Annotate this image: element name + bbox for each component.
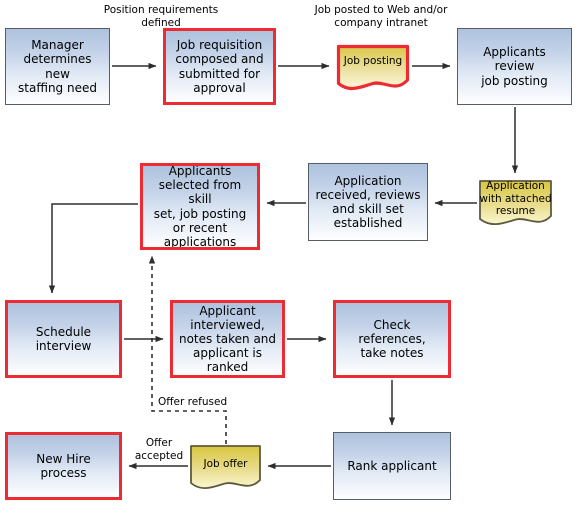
job-posting-document-icon: [336, 44, 410, 91]
node-applicants-selected-label: Applicants selected from skill set, job …: [153, 164, 247, 249]
node-application-received-label: Application received, reviews and skill …: [315, 173, 421, 231]
node-manager-label: Manager determines new staffing need: [18, 38, 97, 95]
node-job-requisition[interactable]: Job requisition composed and submitted f…: [163, 28, 276, 105]
job-offer-document-icon: [190, 445, 261, 490]
node-job-posting[interactable]: Job posting: [336, 44, 410, 91]
node-check-references-label: Check references, take notes: [358, 317, 426, 361]
node-application-received[interactable]: Application received, reviews and skill …: [308, 163, 428, 241]
edge-label-position-requirements: Position requirements defined: [103, 4, 219, 29]
node-job-requisition-label: Job requisition composed and submitted f…: [175, 38, 264, 95]
node-applicants-selected[interactable]: Applicants selected from skill set, job …: [140, 163, 260, 250]
node-schedule-interview[interactable]: Schedule interview: [5, 300, 122, 378]
node-new-hire-process-label: New Hire process: [36, 451, 91, 480]
node-applicants-review-posting[interactable]: Applicants review job posting: [457, 28, 572, 105]
flowchart-canvas: Manager determines new staffing need Job…: [0, 0, 577, 509]
connector-selected-to-schedule: [48, 203, 138, 294]
edge-label-offer-refused: Offer refused: [158, 396, 228, 408]
application-resume-document-icon: [479, 180, 552, 226]
edge-label-offer-accepted: Offer accepted: [134, 437, 184, 462]
edge-label-job-posted-to-web: Job posted to Web and/or company intrane…: [314, 4, 448, 29]
node-applicants-review-posting-label: Applicants review job posting: [481, 45, 548, 88]
node-applicant-interviewed[interactable]: Applicant interviewed, notes taken and a…: [170, 300, 285, 378]
node-applicant-interviewed-label: Applicant interviewed, notes taken and a…: [178, 303, 277, 375]
node-schedule-interview-label: Schedule interview: [35, 324, 92, 353]
node-job-offer[interactable]: Job offer: [190, 445, 261, 493]
node-manager[interactable]: Manager determines new staffing need: [5, 28, 110, 105]
node-application-with-resume[interactable]: Application with attached resume: [479, 180, 552, 228]
node-rank-applicant[interactable]: Rank applicant: [333, 432, 451, 500]
node-rank-applicant-label: Rank applicant: [347, 458, 437, 473]
node-check-references[interactable]: Check references, take notes: [333, 300, 451, 378]
node-new-hire-process[interactable]: New Hire process: [5, 432, 122, 500]
